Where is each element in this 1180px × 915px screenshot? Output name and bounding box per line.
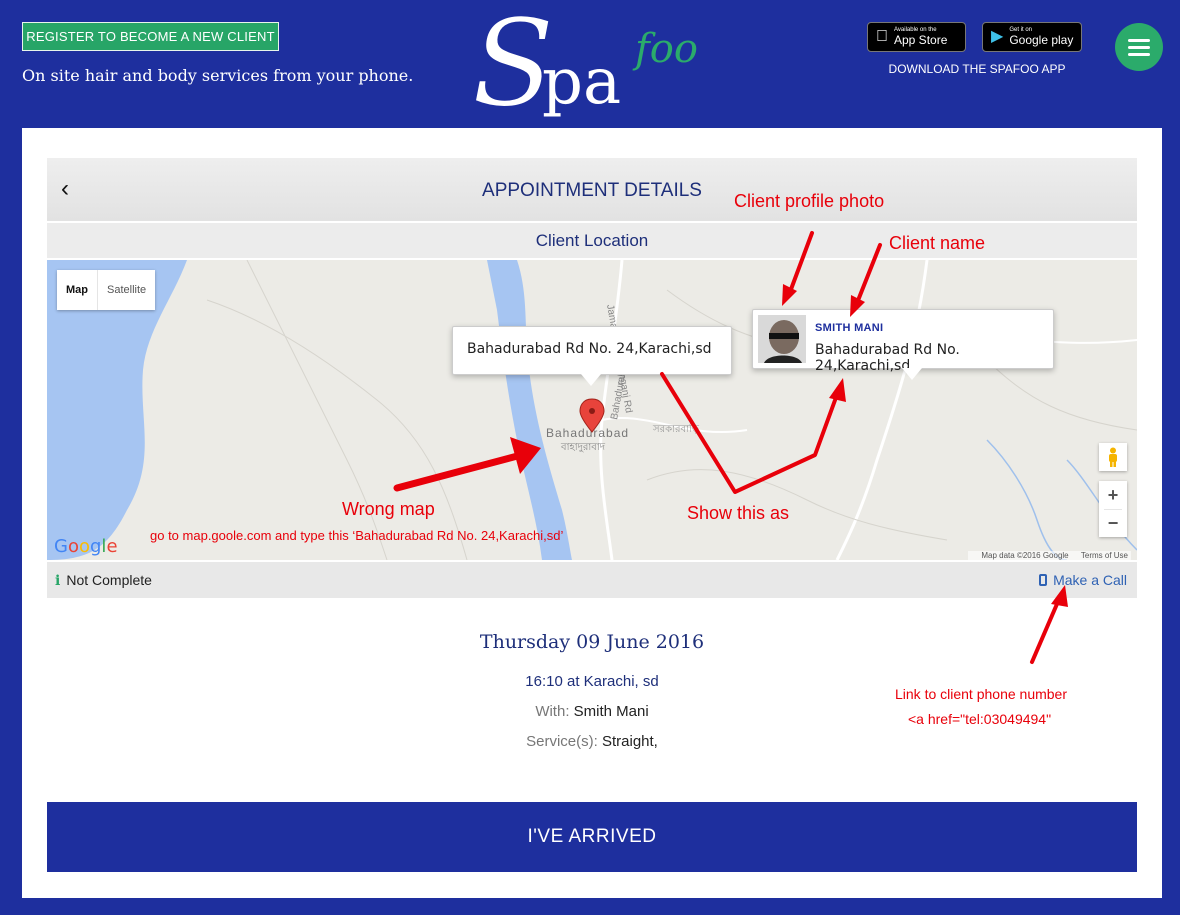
google-play-badge[interactable]: ▶ Get it on Google play: [982, 22, 1082, 52]
map-type-control[interactable]: Map Satellite: [57, 270, 156, 310]
appointment-date: Thursday 09 June 2016: [479, 631, 705, 653]
street-view-pegman-icon[interactable]: [1099, 443, 1127, 471]
map-type-satellite[interactable]: Satellite: [98, 270, 155, 310]
menu-line-icon: [1128, 45, 1150, 49]
make-call-link[interactable]: Make a Call: [1039, 572, 1127, 588]
appointment-header: ‹ APPOINTMENT DETAILS: [47, 158, 1137, 221]
side-label: সরকারবাড়ি: [652, 423, 700, 435]
app-store-badge[interactable]:  Available on the App Store: [867, 22, 966, 52]
menu-line-icon: [1128, 52, 1150, 56]
client-info-window: SMITH MANI Bahadurabad Rd No. 24,Karachi…: [752, 309, 1054, 380]
annotation-phone-link: Link to client phone number: [895, 686, 1067, 702]
status-text: i Not Complete: [55, 572, 152, 589]
info-icon: i: [55, 573, 61, 589]
page-title: APPOINTMENT DETAILS: [482, 180, 702, 201]
client-location-map[interactable]: Jamalpur-Dewanganj Rd Bahadurabad Rd Bah…: [47, 260, 1137, 560]
tagline: On site hair and body services from your…: [22, 66, 414, 85]
client-name: SMITH MANI: [815, 322, 884, 334]
register-button[interactable]: REGISTER TO BECOME A NEW CLIENT: [22, 22, 279, 51]
zoom-out-button[interactable]: −: [1099, 509, 1127, 537]
annotation-phone-href: <a href="tel:03049494": [908, 711, 1052, 727]
menu-line-icon: [1128, 38, 1150, 42]
map-attribution: Map data ©2016 Google Terms of Use: [968, 551, 1131, 560]
google-logo[interactable]: Google: [54, 536, 118, 557]
client-address: Bahadurabad Rd No. 24,Karachi,sd: [815, 342, 960, 374]
zoom-control: + −: [1099, 481, 1127, 537]
svg-text:pa: pa: [542, 45, 621, 119]
zoom-in-button[interactable]: +: [1099, 481, 1127, 509]
terms-link[interactable]: Terms of Use: [1081, 551, 1128, 560]
apple-icon: : [876, 29, 888, 45]
arrived-button[interactable]: I'VE ARRIVED: [47, 802, 1137, 872]
place-label: Bahadurabad: [546, 426, 629, 440]
hamburger-menu-button[interactable]: [1115, 23, 1163, 71]
download-app-text: DOWNLOAD THE SPAFOO APP: [888, 62, 1066, 76]
status-bar: i Not Complete Make a Call: [47, 562, 1137, 598]
annotation-profile-photo: Client profile photo: [734, 191, 885, 211]
client-avatar: [758, 315, 806, 363]
map-type-map[interactable]: Map: [57, 270, 98, 310]
appointment-services: Service(s): Straight,: [526, 733, 658, 750]
phone-icon: [1039, 574, 1048, 586]
annotation-wrong-map-hint: go to map.goole.com and type this ‘Bahad…: [150, 528, 564, 543]
annotation-wrong-map: Wrong map: [342, 499, 435, 519]
google-play-icon: ▶: [991, 28, 1004, 45]
marker-address: Bahadurabad Rd No. 24,Karachi,sd: [467, 341, 712, 357]
appointment-card: ‹ APPOINTMENT DETAILS Client Location Ba…: [22, 128, 1162, 898]
annotation-show-this: Show this as: [687, 503, 790, 523]
place-label-bn: বাহাদুরাবাদ: [560, 442, 606, 453]
svg-text:foo: foo: [632, 26, 698, 72]
map-canvas[interactable]: Jamalpur-Dewanganj Rd Bahadurabad Rd Bah…: [47, 260, 1137, 560]
spafoo-logo[interactable]: S pa foo: [470, 0, 720, 135]
map-data-text: Map data ©2016 Google: [981, 551, 1069, 560]
marker-info-window: Bahadurabad Rd No. 24,Karachi,sd: [452, 326, 732, 386]
annotation-client-name: Client name: [889, 233, 986, 253]
